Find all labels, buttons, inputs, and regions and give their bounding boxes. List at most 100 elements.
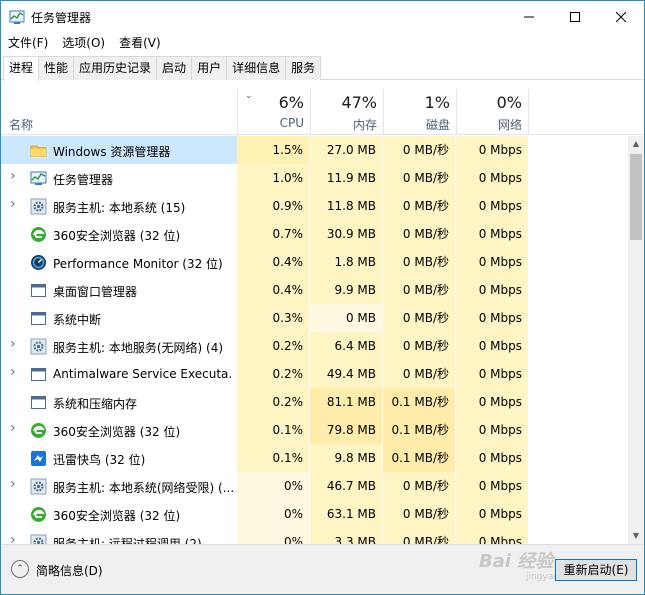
header-memory-column[interactable]: 47% 内存 — [310, 89, 383, 135]
network-value: 0 Mbps — [456, 416, 528, 444]
window-icon — [30, 394, 47, 411]
disk-value: 0 MB/秒 — [383, 192, 455, 220]
disk-value: 0 MB/秒 — [383, 304, 455, 332]
network-value: 0 Mbps — [456, 192, 528, 220]
process-row[interactable]: › 服务主机: 远程过程调用 (2) 0% 3.3 MB 0 MB/秒 0 Mbps — [1, 528, 628, 544]
process-row[interactable]: › 服务主机: 本地系统(网络受限) (... 0% 46.7 MB 0 MB/秒 0 M… — [1, 472, 628, 500]
column-header: 名称 ⌄ 6% CPU 47% 内存 1% 磁盘 0% 网络 — [1, 89, 644, 135]
cpu-value: 1.5% — [237, 136, 309, 164]
process-row[interactable]: 系统和压缩内存 0.2% 81.1 MB 0.1 MB/秒 0 Mbps — [1, 388, 628, 416]
cpu-value: 0.2% — [237, 332, 309, 360]
network-value: 0 Mbps — [456, 276, 528, 304]
disk-value: 0.1 MB/秒 — [383, 416, 455, 444]
process-name: 任务管理器 — [53, 173, 114, 187]
tab-users[interactable]: 用户 — [191, 56, 228, 80]
less-details-link[interactable]: 简略信息(D) — [36, 562, 103, 579]
folder-icon — [30, 142, 47, 159]
close-button[interactable] — [598, 1, 644, 33]
process-row[interactable]: › 服务主机: 本地系统 (15) 0.9% 11.8 MB 0 MB/秒 0 Mbps — [1, 192, 628, 220]
menu-bar: 文件(F) 选项(O) 查看(V) — [1, 33, 644, 53]
tab-performance[interactable]: 性能 — [38, 56, 75, 80]
header-cpu-percent: 6% — [278, 93, 304, 112]
vertical-scrollbar[interactable]: ▲ ▼ — [628, 136, 644, 544]
gear-icon — [30, 478, 47, 495]
process-row[interactable]: › Antimalware Service Executa... 0.2% 49.4 … — [1, 360, 628, 388]
process-row[interactable]: 迅雷快鸟 (32 位) 0.1% 9.8 MB 0.1 MB/秒 0 Mbps — [1, 444, 628, 472]
tab-startup[interactable]: 启动 — [156, 56, 193, 80]
task-manager-app-icon — [9, 10, 25, 24]
process-row[interactable]: Performance Monitor (32 位) 0.4% 1.8 MB 0 MB… — [1, 248, 628, 276]
network-value: 0 Mbps — [456, 444, 528, 472]
process-row[interactable]: › 任务管理器 1.0% 11.9 MB 0 MB/秒 0 Mbps — [1, 164, 628, 192]
tab-processes[interactable]: 进程 — [3, 56, 40, 81]
process-row[interactable]: 桌面窗口管理器 0.4% 9.9 MB 0 MB/秒 0 Mbps — [1, 276, 628, 304]
minimize-icon — [524, 16, 534, 18]
memory-value: 11.8 MB — [310, 192, 382, 220]
gear-icon — [30, 198, 47, 215]
expand-chevron-icon[interactable]: › — [10, 532, 20, 544]
restart-button[interactable]: 重新启动(E) — [555, 559, 637, 581]
process-row[interactable]: 360安全浏览器 (32 位) 0% 63.1 MB 0 MB/秒 0 Mbps — [1, 500, 628, 528]
cpu-value: 0.4% — [237, 276, 309, 304]
scroll-up-arrow-icon[interactable]: ▲ — [628, 136, 644, 152]
expand-chevron-icon[interactable]: › — [10, 364, 20, 380]
disk-value: 0 MB/秒 — [383, 472, 455, 500]
xunlei-icon — [30, 450, 47, 467]
header-cpu-column[interactable]: 6% CPU — [237, 89, 310, 135]
memory-value: 27.0 MB — [310, 136, 382, 164]
network-value: 0 Mbps — [456, 136, 528, 164]
tab-app-history[interactable]: 应用历史记录 — [73, 56, 158, 80]
tab-services[interactable]: 服务 — [285, 56, 322, 80]
cpu-value: 0.1% — [237, 444, 309, 472]
memory-value: 9.9 MB — [310, 276, 382, 304]
taskmgr-icon — [30, 170, 47, 187]
process-row[interactable]: › 360安全浏览器 (32 位) 0.1% 79.8 MB 0.1 MB/秒 0 Mbp… — [1, 416, 628, 444]
menu-view[interactable]: 查看(V) — [112, 33, 168, 53]
process-list: Windows 资源管理器 1.5% 27.0 MB 0 MB/秒 0 Mbps › 任务管… — [1, 136, 628, 544]
expand-chevron-icon[interactable]: › — [10, 168, 20, 184]
scroll-down-arrow-icon[interactable]: ▼ — [628, 528, 644, 544]
expand-chevron-icon[interactable]: › — [10, 476, 20, 492]
process-name: 迅雷快鸟 (32 位) — [53, 453, 146, 467]
minimize-button[interactable] — [506, 1, 552, 33]
tab-details[interactable]: 详细信息 — [226, 56, 287, 80]
process-row[interactable]: Windows 资源管理器 1.5% 27.0 MB 0 MB/秒 0 Mbps — [1, 136, 628, 164]
disk-value: 0 MB/秒 — [383, 276, 455, 304]
process-name: 桌面窗口管理器 — [53, 285, 138, 299]
process-name: Windows 资源管理器 — [53, 145, 171, 159]
disk-value: 0.1 MB/秒 — [383, 388, 455, 416]
memory-value: 3.3 MB — [310, 528, 382, 544]
process-name: 系统和压缩内存 — [53, 397, 138, 411]
header-network-column[interactable]: 0% 网络 — [456, 89, 529, 135]
process-row[interactable]: › 服务主机: 本地服务(无网络) (4) 0.2% 6.4 MB 0 MB/秒 0 Mb… — [1, 332, 628, 360]
disk-value: 0.1 MB/秒 — [383, 444, 455, 472]
task-manager-window: 任务管理器 文件(F) 选项(O) 查看(V) 进程 性能 应用历史记录 启动 … — [0, 0, 645, 595]
process-row[interactable]: 360安全浏览器 (32 位) 0.7% 30.9 MB 0 MB/秒 0 Mbps — [1, 220, 628, 248]
process-name: 服务主机: 本地系统(网络受限) (... — [53, 481, 233, 495]
disk-value: 0 MB/秒 — [383, 528, 455, 544]
maximize-icon — [570, 12, 580, 22]
memory-value: 79.8 MB — [310, 416, 382, 444]
process-row[interactable]: 系统中断 0.3% 0 MB 0 MB/秒 0 Mbps — [1, 304, 628, 332]
process-name: Antimalware Service Executa... — [53, 367, 233, 381]
network-value: 0 Mbps — [456, 500, 528, 528]
maximize-button[interactable] — [552, 1, 598, 33]
expand-chevron-icon[interactable]: › — [10, 420, 20, 436]
perfmon-icon — [30, 254, 47, 271]
expand-chevron-icon[interactable]: › — [10, 336, 20, 352]
expand-chevron-icon[interactable]: › — [10, 196, 20, 212]
network-value: 0 Mbps — [456, 472, 528, 500]
menu-file[interactable]: 文件(F) — [1, 33, 55, 53]
header-name-column[interactable]: 名称 — [1, 89, 237, 135]
memory-value: 81.1 MB — [310, 388, 382, 416]
network-value: 0 Mbps — [456, 304, 528, 332]
header-disk-column[interactable]: 1% 磁盘 — [383, 89, 456, 135]
process-name: 360安全浏览器 (32 位) — [53, 509, 181, 523]
disk-value: 0 MB/秒 — [383, 220, 455, 248]
header-memory-percent: 47% — [341, 93, 377, 112]
menu-options[interactable]: 选项(O) — [55, 33, 112, 53]
network-value: 0 Mbps — [456, 332, 528, 360]
baidu-watermark: Bai 经验 — [479, 551, 554, 572]
scroll-thumb[interactable] — [630, 154, 642, 240]
chevron-up-circle-icon[interactable]: ⌃ — [11, 560, 29, 578]
